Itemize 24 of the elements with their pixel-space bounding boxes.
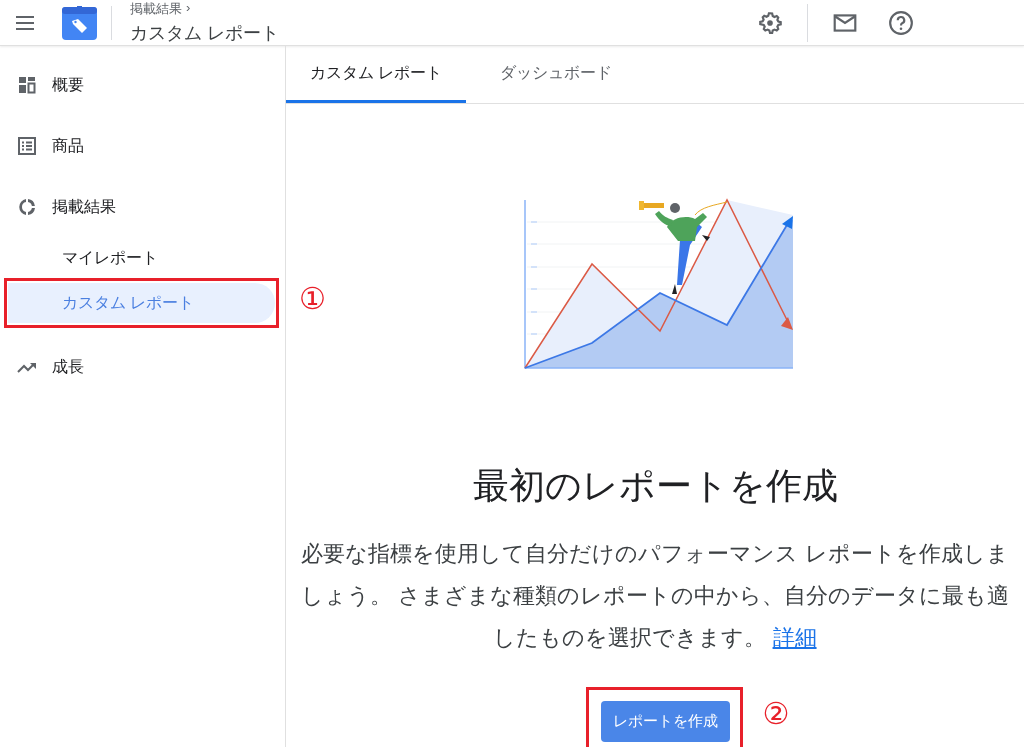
donut-chart-icon <box>17 197 37 217</box>
empty-state-heading: 最初のレポートを作成 <box>472 464 838 508</box>
page-title: カスタム レポート <box>130 22 279 45</box>
sidebar-item[interactable]: 概要 <box>52 74 84 96</box>
annotation-number: ② <box>762 699 790 729</box>
create-report-button[interactable]: レポートを作成 <box>600 701 730 742</box>
sidebar-subitem[interactable]: カスタム レポート <box>8 283 275 323</box>
app-logo-icon <box>62 5 97 40</box>
details-link[interactable]: 詳細 <box>772 625 817 650</box>
annotation-number: ① <box>299 284 326 314</box>
sidebar-item[interactable]: 成長 <box>52 356 84 378</box>
breadcrumb-separator: › <box>186 0 191 17</box>
tab[interactable]: ダッシュボード <box>466 46 646 103</box>
help-icon[interactable] <box>888 9 914 36</box>
tab[interactable]: カスタム レポート <box>286 46 466 103</box>
sidebar-item[interactable]: 商品 <box>52 135 84 157</box>
sidebar-item[interactable]: 掲載結果 <box>52 196 116 218</box>
empty-state-description: 必要な指標を使用して自分だけのパフォーマンス レポートを作成しましょう。 さまざまな種類のレポートの中から、自分のデータに最も適したものを選択できます。 詳細 <box>300 540 1010 652</box>
list-icon <box>18 137 36 155</box>
breadcrumb-link[interactable]: 掲載結果 <box>130 0 182 18</box>
settings-icon[interactable] <box>757 9 783 36</box>
trending-up-icon <box>17 360 37 374</box>
sidebar-subitem[interactable]: マイレポート <box>8 238 275 278</box>
dashboard-icon <box>18 76 36 94</box>
